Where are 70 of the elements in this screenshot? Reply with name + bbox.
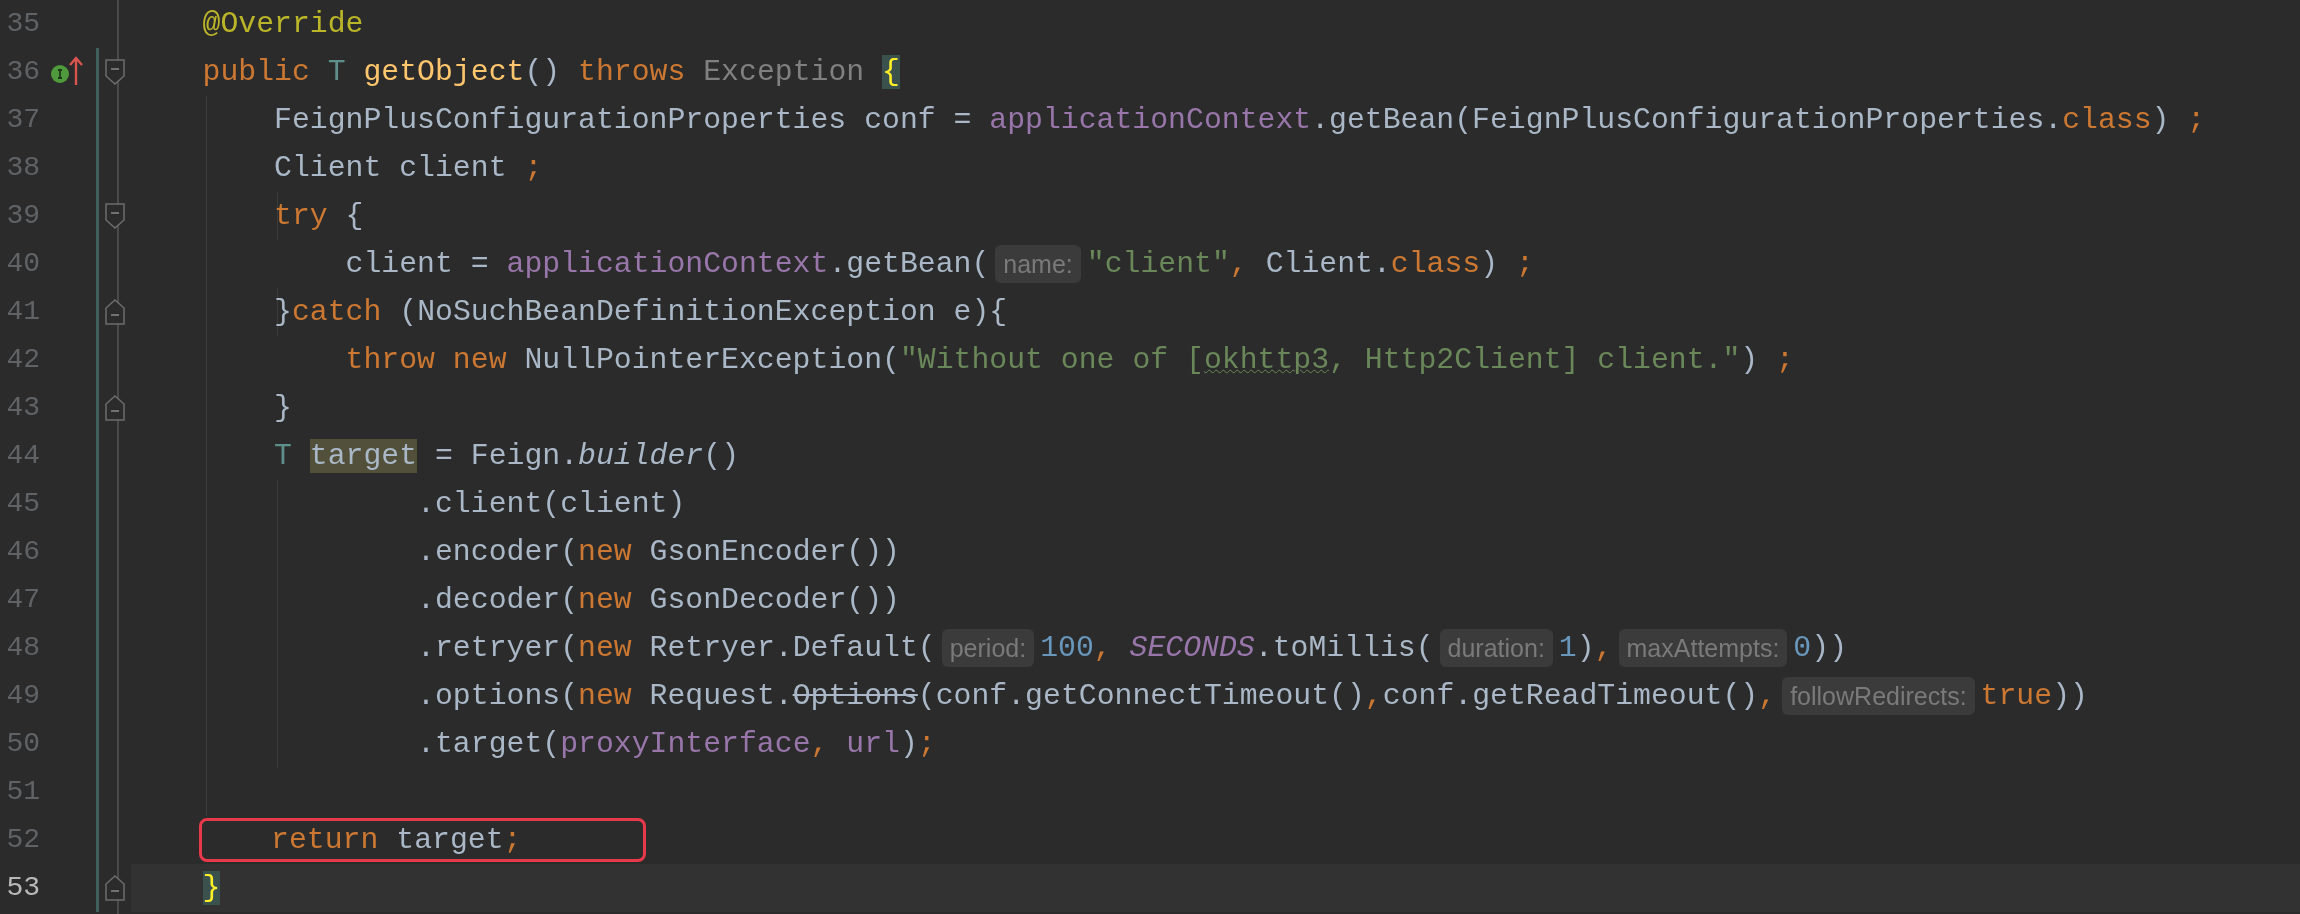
change-marker[interactable] <box>96 480 99 528</box>
change-marker[interactable] <box>96 384 99 432</box>
change-marker[interactable] <box>96 672 99 720</box>
fold-end-icon[interactable] <box>105 875 125 901</box>
parameter-hint: followRedirects: <box>1782 677 1975 715</box>
line-number: 43 <box>5 391 40 425</box>
code-text: true)) <box>1980 677 2088 715</box>
parameter-hint: name: <box>995 245 1081 283</box>
line-number: 52 <box>5 823 40 857</box>
code-text: } <box>273 389 292 427</box>
line-number: 53 <box>5 871 40 905</box>
change-marker[interactable] <box>96 144 99 192</box>
parameter-hint: maxAttempts: <box>1618 629 1788 667</box>
code-text: 1), <box>1558 629 1613 667</box>
code-text: Client client ; <box>273 149 543 187</box>
code-text: 100, SECONDS.toMillis( <box>1040 629 1434 667</box>
code-text: try { <box>273 197 364 235</box>
code-text: }catch (NoSuchBeanDefinitionException e){ <box>273 293 1008 331</box>
line-number: 49 <box>5 679 40 713</box>
change-marker[interactable] <box>96 576 99 624</box>
line-number: 35 <box>5 7 40 41</box>
change-marker[interactable] <box>96 528 99 576</box>
line-number: 44 <box>5 439 40 473</box>
fold-end-icon[interactable] <box>105 299 125 325</box>
code-text: .options(new Request.Options(conf.getConnectTimeout(),conf.getReadTimeout(), <box>416 677 1777 715</box>
change-marker[interactable] <box>96 768 99 816</box>
code-text: "client", Client.class) ; <box>1086 245 1534 283</box>
code-text: 0)) <box>1793 629 1847 667</box>
code-text: public T getObject() throws Exception { <box>201 53 900 91</box>
line-number: 50 <box>5 727 40 761</box>
code-text: FeignPlusConfigurationProperties conf = applicationContext.getBean(FeignPlusConfigurationProperties.class) ; <box>273 101 2206 139</box>
code-text: } <box>201 869 221 907</box>
code-text: .encoder(new GsonEncoder()) <box>416 533 900 571</box>
fold-collapse-icon[interactable] <box>105 59 125 85</box>
code-text: @Override <box>201 5 364 43</box>
line-number: 45 <box>5 487 40 521</box>
change-marker[interactable] <box>96 624 99 672</box>
code-text: .client(client) <box>416 485 686 523</box>
change-marker[interactable] <box>96 48 99 96</box>
line-number: 40 <box>5 247 40 281</box>
code-text: .decoder(new GsonDecoder()) <box>416 581 900 619</box>
line-number: 41 <box>5 295 40 329</box>
code-text: .target(proxyInterface, url); <box>416 725 936 763</box>
fold-end-icon[interactable] <box>105 395 125 421</box>
line-number: 36 <box>5 55 40 89</box>
change-marker[interactable] <box>96 816 99 864</box>
line-number: 37 <box>5 103 40 137</box>
code-text: .retryer(new Retryer.Default( <box>416 629 936 667</box>
change-marker[interactable] <box>96 336 99 384</box>
code-text: throw new NullPointerException("Without one of [okhttp3, Http2Client] client.") ; <box>344 341 1794 379</box>
change-marker[interactable] <box>96 432 99 480</box>
line-number: 51 <box>5 775 40 809</box>
change-marker[interactable] <box>96 240 99 288</box>
change-marker[interactable] <box>96 96 99 144</box>
line-number: 47 <box>5 583 40 617</box>
parameter-hint: period: <box>941 629 1035 667</box>
line-number: 39 <box>5 199 40 233</box>
fold-collapse-icon[interactable] <box>105 203 125 229</box>
parameter-hint: duration: <box>1439 629 1553 667</box>
code-text: return target; <box>270 821 522 859</box>
change-marker[interactable] <box>96 720 99 768</box>
change-marker[interactable] <box>96 864 99 912</box>
change-marker[interactable] <box>96 288 99 336</box>
code-text: T target = Feign.builder() <box>273 437 739 475</box>
code-text: client = applicationContext.getBean( <box>344 245 990 283</box>
line-number: 48 <box>5 631 40 665</box>
change-marker[interactable] <box>96 192 99 240</box>
line-number: 42 <box>5 343 40 377</box>
line-number: 46 <box>5 535 40 569</box>
line-number: 38 <box>5 151 40 185</box>
